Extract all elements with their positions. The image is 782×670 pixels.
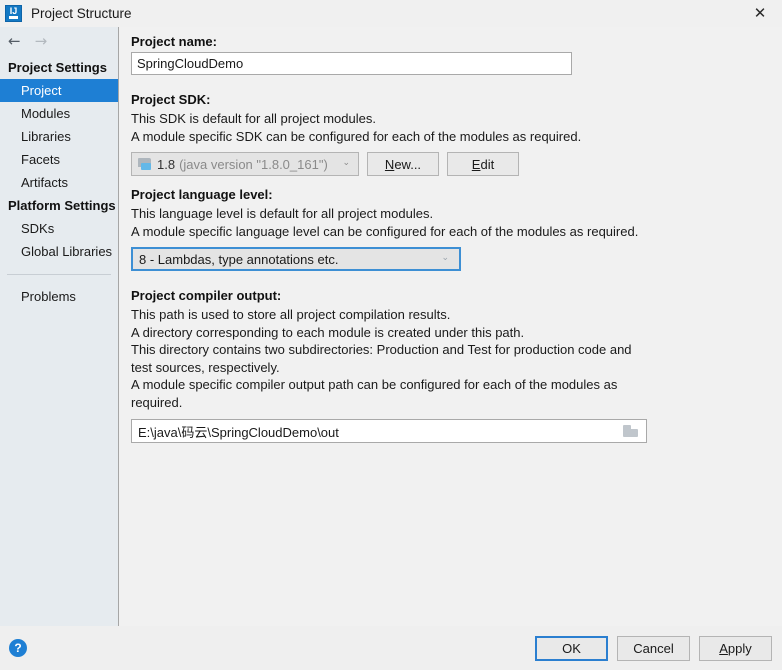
- sidebar-group-platform-settings: Platform Settings: [8, 198, 116, 213]
- new-sdk-button[interactable]: New...: [367, 152, 439, 176]
- sidebar-item-global-libraries[interactable]: Global Libraries: [0, 240, 118, 263]
- folder-icon[interactable]: [623, 425, 638, 437]
- language-level-desc-line1: This language level is default for all p…: [131, 206, 434, 221]
- sidebar-group-project-settings: Project Settings: [8, 60, 107, 75]
- sidebar-item-project[interactable]: Project: [0, 79, 118, 102]
- edit-sdk-button[interactable]: Edit: [447, 152, 519, 176]
- project-sdk-combo[interactable]: 1.8 (java version "1.8.0_161") ⌄: [131, 152, 359, 176]
- forward-arrow-icon[interactable]: →: [35, 34, 48, 49]
- footer-bar: ? OK Cancel Apply: [0, 626, 782, 670]
- main-content: Project name: Project SDK: This SDK is d…: [120, 27, 782, 626]
- project-sdk-detail: (java version "1.8.0_161"): [179, 156, 328, 172]
- sdk-icon: [138, 158, 152, 170]
- sidebar: ← → Project Settings Project Modules Lib…: [0, 27, 119, 626]
- project-name-input[interactable]: [131, 52, 572, 75]
- title-bar: IJ Project Structure ✕: [0, 0, 782, 27]
- sidebar-item-modules[interactable]: Modules: [0, 102, 118, 125]
- compiler-output-path-field[interactable]: E:\java\码云\SpringCloudDemo\out: [131, 419, 647, 443]
- sidebar-item-problems[interactable]: Problems: [0, 285, 118, 308]
- chevron-down-icon: ⌄: [342, 158, 350, 168]
- project-sdk-desc-line1: This SDK is default for all project modu…: [131, 111, 376, 126]
- compiler-output-desc-line1: This path is used to store all project c…: [131, 307, 451, 322]
- project-sdk-label: Project SDK:: [131, 92, 211, 107]
- project-sdk-desc-line2: A module specific SDK can be configured …: [131, 128, 582, 144]
- language-level-value: 8 - Lambdas, type annotations etc.: [139, 251, 339, 267]
- language-level-combo[interactable]: 8 - Lambdas, type annotations etc. ⌄: [131, 247, 461, 271]
- sidebar-item-facets[interactable]: Facets: [0, 148, 118, 171]
- compiler-output-label: Project compiler output:: [131, 288, 282, 303]
- app-icon-letters: IJ: [9, 6, 18, 16]
- compiler-output-path-value: E:\java\码云\SpringCloudDemo\out: [138, 424, 339, 440]
- project-sdk-row: 1.8 (java version "1.8.0_161") ⌄ New... …: [131, 152, 782, 176]
- compiler-output-desc-line3: This directory contains two subdirectori…: [131, 342, 632, 375]
- compiler-output-desc-line4: A module specific compiler output path c…: [131, 377, 618, 410]
- language-level-desc-line2: A module specific language level can be …: [131, 223, 639, 239]
- cancel-button[interactable]: Cancel: [617, 636, 690, 661]
- language-level-label: Project language level:: [131, 187, 273, 202]
- chevron-down-icon: ⌄: [441, 253, 449, 263]
- back-arrow-icon[interactable]: ←: [8, 34, 21, 49]
- sidebar-item-libraries[interactable]: Libraries: [0, 125, 118, 148]
- sidebar-nav-arrows: ← →: [0, 27, 118, 56]
- footer-button-group: OK Cancel Apply: [535, 636, 772, 661]
- sidebar-item-sdks[interactable]: SDKs: [0, 217, 118, 240]
- apply-button[interactable]: Apply: [699, 636, 772, 661]
- project-name-label: Project name:: [131, 34, 217, 49]
- project-sdk-version: 1.8: [157, 156, 176, 172]
- sidebar-item-artifacts[interactable]: Artifacts: [0, 171, 118, 194]
- ok-button[interactable]: OK: [535, 636, 608, 661]
- compiler-output-desc-line2: A directory corresponding to each module…: [131, 324, 525, 340]
- intellij-idea-icon: IJ: [5, 5, 22, 22]
- sidebar-divider: [7, 274, 111, 275]
- window-title: Project Structure: [31, 6, 132, 21]
- app-icon-bar: [9, 16, 18, 19]
- close-icon[interactable]: ✕: [738, 0, 782, 27]
- help-icon[interactable]: ?: [9, 639, 27, 657]
